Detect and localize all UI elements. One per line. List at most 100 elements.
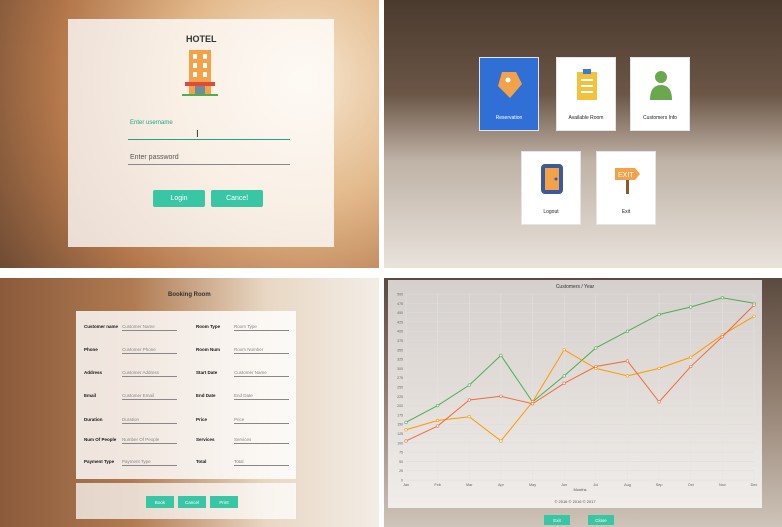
y-tick-label: 225 — [397, 395, 403, 399]
clipboard-icon — [577, 69, 597, 100]
customers-chart-screen: Customers / Year 0 25 50 75 100 125 150 175 200 2… — [384, 278, 782, 527]
y-tick-label: 300 — [397, 367, 403, 371]
hotel-building-icon — [182, 50, 218, 96]
y-tick-label: 200 — [397, 404, 403, 408]
tag-icon — [498, 72, 522, 98]
cancel-button[interactable]: Cancel — [211, 190, 263, 207]
phone-input[interactable]: Customer Phone — [122, 347, 177, 354]
login-screen: HOTEL Enter username I Enter password Lo… — [0, 0, 379, 268]
person-icon — [650, 71, 672, 100]
data-point — [594, 364, 598, 369]
form-label: Services — [196, 437, 215, 442]
data-point — [720, 296, 724, 300]
data-point — [657, 366, 661, 370]
exit-button[interactable]: Exit — [544, 515, 570, 525]
form-label: Email — [84, 393, 97, 398]
x-axis-label: Months — [573, 487, 586, 492]
data-point — [689, 364, 693, 369]
y-tick-label: 150 — [397, 423, 403, 427]
x-tick-label: Mar — [466, 483, 473, 487]
y-tick-label: 50 — [399, 460, 403, 464]
data-point — [752, 314, 756, 318]
reservation-tile[interactable]: Reservation — [479, 57, 539, 131]
data-point — [689, 305, 693, 309]
data-point — [689, 355, 693, 359]
num-people-input[interactable]: Number Of People — [122, 437, 177, 444]
room-type-input[interactable]: Room Type — [234, 324, 289, 331]
password-underline — [128, 164, 290, 165]
y-tick-label: 400 — [397, 330, 403, 334]
y-tick-label: 250 — [397, 386, 403, 390]
customers-info-tile[interactable]: Customers Info — [630, 57, 690, 131]
customer-name-input[interactable]: Customer Name — [122, 324, 177, 331]
series-line-0 — [405, 297, 755, 423]
data-point — [562, 381, 566, 385]
price-input[interactable]: Price — [234, 417, 289, 424]
data-point — [436, 418, 440, 423]
start-date-input[interactable]: Customer Name — [234, 370, 289, 377]
y-tick-label: 375 — [397, 339, 403, 343]
data-point — [467, 398, 471, 402]
x-tick-label: Jun — [561, 483, 567, 487]
login-button[interactable]: Login — [153, 190, 205, 207]
form-label: Total — [196, 459, 207, 464]
cancel-booking-button[interactable]: Cancel — [178, 496, 206, 508]
print-button[interactable]: Print — [210, 496, 238, 508]
series-line-1 — [405, 315, 755, 442]
tile-label: Logout — [543, 209, 559, 215]
hotel-label: HOTEL — [186, 34, 217, 44]
username-label: Enter username — [130, 120, 173, 126]
y-tick-label: 125 — [397, 432, 403, 436]
y-tick-label: 475 — [397, 302, 403, 306]
x-tick-label: Jan — [403, 483, 409, 487]
data-point — [594, 346, 598, 350]
data-point — [562, 348, 566, 352]
form-label: Payment Type — [84, 459, 115, 464]
data-point — [404, 420, 408, 424]
y-tick-label: 275 — [397, 376, 403, 380]
exit-tile[interactable]: EXIT Exit — [596, 151, 656, 225]
tile-label: Exit — [621, 209, 631, 215]
close-button[interactable]: Close — [588, 515, 614, 525]
y-tick-label: 0 — [401, 479, 403, 483]
data-point — [657, 400, 661, 404]
data-point — [720, 335, 724, 339]
payment-type-input[interactable]: Payment Type — [122, 459, 177, 466]
data-point — [467, 383, 471, 387]
x-tick-label: Jul — [593, 483, 598, 487]
form-label: Price — [196, 417, 208, 422]
data-point — [625, 359, 630, 363]
x-tick-label: Aug — [624, 483, 631, 487]
address-input[interactable]: Customer Address — [122, 370, 177, 377]
available-room-tile[interactable]: Available Room — [556, 57, 616, 131]
data-point — [467, 415, 471, 419]
data-point — [530, 402, 535, 406]
form-label: Num Of People — [84, 437, 117, 442]
x-tick-label: Apr — [498, 483, 505, 487]
tile-label: Customers Info — [643, 115, 677, 121]
end-date-input[interactable]: End Date — [234, 393, 289, 400]
booking-title: Booking Room — [168, 292, 211, 298]
username-input[interactable] — [128, 139, 290, 140]
x-tick-label: Dec — [751, 483, 758, 487]
password-input[interactable]: Enter password — [130, 154, 179, 161]
data-point — [404, 439, 408, 443]
room-num-input[interactable]: Room Number — [234, 347, 289, 354]
data-point — [404, 428, 408, 432]
y-tick-label: 100 — [397, 441, 403, 445]
services-input[interactable]: Services — [234, 437, 289, 444]
form-label: Phone — [84, 347, 98, 352]
form-label: Room Type — [196, 324, 221, 329]
logout-tile[interactable]: Logout — [521, 151, 581, 225]
y-tick-label: 450 — [397, 311, 403, 315]
door-icon — [541, 164, 563, 194]
y-tick-label: 75 — [399, 451, 403, 455]
total-input[interactable]: Total — [234, 459, 289, 466]
email-input[interactable]: Customer Email — [122, 393, 177, 400]
y-tick-label: 175 — [397, 413, 403, 417]
tile-label: Reservation — [495, 115, 523, 121]
duration-input[interactable]: Duration — [122, 417, 177, 424]
book-button[interactable]: Book — [146, 496, 174, 508]
form-label: Start Date — [196, 370, 218, 375]
data-point — [625, 329, 630, 333]
